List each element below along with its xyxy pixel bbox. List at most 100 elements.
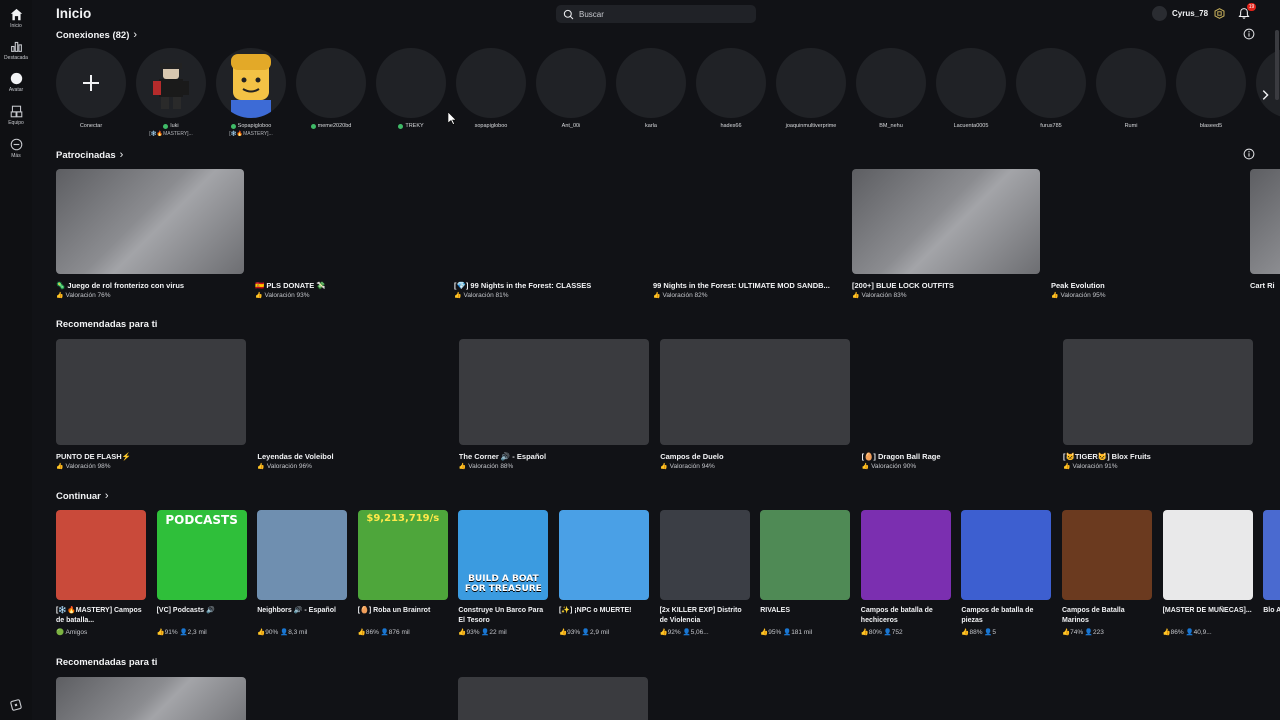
friend-name: karla bbox=[645, 123, 657, 129]
search-input[interactable]: Buscar bbox=[556, 5, 756, 23]
friend-item[interactable]: joaquinmultiverprime bbox=[776, 48, 846, 129]
continue-game-tile[interactable]: $9,213,719/s [🥚] Roba un Brainrot 👍86% 👤87… bbox=[357, 510, 448, 636]
avatar[interactable] bbox=[1176, 48, 1246, 118]
friend-name: Rumi bbox=[1125, 123, 1138, 129]
continue-game-tile[interactable]: Campos de Batalla Marinos 👍74% 👤223 bbox=[1062, 510, 1152, 636]
friend-item[interactable]: karla bbox=[616, 48, 686, 129]
game-tile[interactable]: 99 Nights in the Forest: ULTIMATE MOD SA… bbox=[653, 169, 841, 299]
avatar[interactable] bbox=[1096, 48, 1166, 118]
avatar[interactable] bbox=[296, 48, 366, 118]
game-thumbnail bbox=[1063, 339, 1253, 445]
rail-label: Inicio bbox=[10, 23, 22, 29]
game-tile[interactable]: The Corner 🔊 - Español 👍 Valoración 88% bbox=[458, 339, 649, 470]
game-thumbnail bbox=[56, 169, 244, 274]
friend-item[interactable]: hades66 bbox=[696, 48, 766, 129]
username[interactable]: Cyrus_78 bbox=[1172, 9, 1208, 18]
continue-game-tile[interactable]: RIVALES 👍95% 👤181 mil bbox=[760, 510, 851, 636]
friend-name-text: TREKY bbox=[405, 123, 424, 129]
connections-heading[interactable]: Conexiones (82) › bbox=[56, 29, 137, 41]
scrollbar[interactable] bbox=[1275, 30, 1279, 100]
game-tile[interactable]: PUNTO DE FLASH⚡ 👍 Valoración 98% bbox=[56, 339, 246, 470]
friend-item[interactable]: furus785 bbox=[1016, 48, 1086, 129]
continue-game-tile[interactable]: [✨] ¡NPC o MUERTE! 👍93% 👤2,9 mil bbox=[559, 510, 649, 636]
avatar[interactable] bbox=[856, 48, 926, 118]
game-tile[interactable]: Peak Evolution 👍 Valoración 95% bbox=[1051, 169, 1239, 299]
avatar[interactable] bbox=[936, 48, 1006, 118]
friend-item[interactable]: Rumi bbox=[1096, 48, 1166, 129]
continue-game-tile[interactable]: Campos de batalla de piezas 👍88% 👤5 bbox=[961, 510, 1052, 636]
continue-game-tile[interactable]: PODCASTS [VC] Podcasts 🔊 👍91% 👤2,3 mil bbox=[156, 510, 247, 636]
game-title: 🇪🇸 PLS DONATE 💸 bbox=[255, 281, 326, 290]
game-stats: 👍91% 👤2,3 mil bbox=[156, 629, 207, 636]
rail-item-inicio[interactable]: Inicio bbox=[0, 8, 32, 29]
avatar[interactable] bbox=[136, 48, 206, 118]
game-tile[interactable]: 🦠 Juego de rol fronterizo con virus 👍 Valo… bbox=[56, 169, 244, 299]
game-rating: 👍 Valoración 88% bbox=[459, 463, 649, 470]
roblox-logo-icon[interactable] bbox=[10, 699, 22, 711]
friend-item[interactable]: sopapigloboo bbox=[456, 48, 526, 129]
avatar[interactable] bbox=[536, 48, 606, 118]
rail-item-avatar[interactable]: Avatar bbox=[0, 72, 32, 93]
game-rating: 👍 Valoración 95% bbox=[1051, 292, 1239, 299]
game-thumbnail: PODCASTS bbox=[156, 510, 247, 600]
continue-heading[interactable]: Continuar › bbox=[56, 490, 109, 502]
game-thumbnail bbox=[1263, 510, 1280, 600]
game-tile[interactable]: [200+] BLUE LOCK OUTFITS 👍 Valoración 83% bbox=[852, 169, 1040, 299]
friend-item[interactable]: Ant_00i bbox=[536, 48, 606, 129]
info-icon[interactable] bbox=[1243, 28, 1255, 40]
rail-item-mas[interactable]: Más bbox=[0, 138, 32, 159]
rail-item-destacada[interactable]: Destacada bbox=[0, 40, 32, 61]
game-tile[interactable] bbox=[458, 677, 648, 720]
avatar[interactable] bbox=[1152, 6, 1167, 21]
continue-game-tile[interactable]: Campos de batalla de hechiceros 👍80% 👤752 bbox=[860, 510, 951, 636]
game-tile[interactable]: [🥚] Dragon Ball Rage 👍 Valoración 90% bbox=[862, 339, 1052, 470]
continue-game-tile[interactable]: [❄️🔥MASTERY] Campos de batalla... 🟢 Amigo… bbox=[56, 510, 146, 636]
friend-item[interactable]: TREKY bbox=[376, 48, 446, 129]
avatar[interactable] bbox=[1016, 48, 1086, 118]
friend-item[interactable]: luki [❄️🔥MASTERY]... bbox=[136, 48, 206, 137]
user-profile[interactable]: Cyrus_78 bbox=[1152, 6, 1225, 21]
recommended-heading[interactable]: Recomendadas para ti bbox=[56, 319, 157, 330]
continue-game-tile[interactable]: [2x KILLER EXP] Distrito de Violencia 👍92… bbox=[659, 510, 750, 636]
friend-name-text: hades66 bbox=[720, 123, 742, 129]
recommended-heading-2[interactable]: Recomendadas para ti bbox=[56, 657, 157, 668]
game-tile[interactable]: [💎] 99 Nights in the Forest: CLASSES 👍 Val… bbox=[454, 169, 642, 299]
game-stats: 👍74% 👤223 bbox=[1062, 629, 1104, 636]
avatar[interactable] bbox=[616, 48, 686, 118]
sponsored-heading[interactable]: Patrocinadas › bbox=[56, 149, 123, 161]
info-icon[interactable] bbox=[1243, 148, 1255, 160]
avatar[interactable] bbox=[216, 48, 286, 118]
friend-item[interactable]: Sopapigloboo [❄️🔥MASTERY]... bbox=[216, 48, 286, 137]
game-tile[interactable]: Cart Ri bbox=[1250, 169, 1280, 290]
game-tile[interactable]: 🇪🇸 PLS DONATE 💸 👍 Valoración 93% bbox=[255, 169, 443, 299]
game-rating: 👍 Valoración 82% bbox=[653, 292, 841, 299]
game-title: Cart Ri bbox=[1250, 281, 1275, 290]
add-connection-button[interactable] bbox=[56, 48, 126, 118]
friend-item[interactable]: meme2020bd bbox=[296, 48, 366, 129]
avatar[interactable] bbox=[696, 48, 766, 118]
friend-name-text: Ant_00i bbox=[561, 123, 581, 129]
friend-name: Conectar bbox=[80, 123, 102, 129]
game-tile[interactable]: [😺TIGER😺] Blox Fruits 👍 Valoración 91% bbox=[1063, 339, 1253, 470]
friend-item[interactable]: BM_nehu bbox=[856, 48, 926, 129]
friend-item[interactable]: Conectar bbox=[56, 48, 126, 129]
game-tile[interactable]: Leyendas de Voleibol 👍 Valoración 96% bbox=[257, 339, 447, 470]
game-rating: 👍 Valoración 91% bbox=[1063, 463, 1253, 470]
robux-icon[interactable] bbox=[1214, 8, 1225, 19]
game-tile[interactable]: Campos de Duelo 👍 Valoración 94% bbox=[660, 339, 851, 470]
continue-game-tile[interactable]: [MASTER DE MUÑECAS]... 👍86% 👤40,9... bbox=[1162, 510, 1253, 636]
chevron-right-icon[interactable] bbox=[1258, 88, 1272, 102]
avatar[interactable] bbox=[376, 48, 446, 118]
continue-game-tile[interactable]: Blo Acc bbox=[1263, 510, 1280, 625]
friend-item[interactable]: blaseed5 bbox=[1176, 48, 1246, 129]
chevron-right-icon: › bbox=[133, 29, 138, 41]
friend-item[interactable]: Lacuenta0005 bbox=[936, 48, 1006, 129]
avatar[interactable] bbox=[456, 48, 526, 118]
continue-game-tile[interactable]: BUILD A BOAT FOR TREASURE Construye Un Ba… bbox=[458, 510, 549, 636]
continue-game-tile[interactable]: Neighbors 🔊 - Español 👍90% 👤8,3 mil bbox=[257, 510, 348, 636]
avatar[interactable] bbox=[776, 48, 846, 118]
game-tile[interactable] bbox=[56, 677, 246, 720]
game-rating: 👍 Valoración 76% bbox=[56, 292, 244, 299]
rail-item-equipo[interactable]: Equipo bbox=[0, 105, 32, 126]
game-title: Leyendas de Voleibol bbox=[257, 452, 334, 461]
